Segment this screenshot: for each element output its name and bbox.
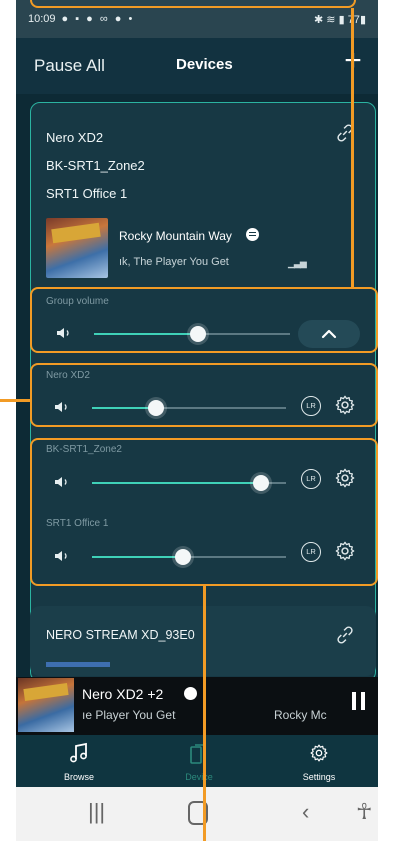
track-title: Rocky Mountain Way	[119, 229, 232, 243]
status-system-icons: ✱ ≋ ▮ 77▮	[314, 13, 366, 26]
back-icon[interactable]: ‹	[302, 799, 309, 825]
tab-label: Browse	[63, 772, 94, 782]
status-time: 10:09	[28, 13, 56, 25]
music-note-icon	[70, 742, 87, 763]
tab-bar: Browse Device Settings	[16, 735, 378, 787]
album-art[interactable]	[18, 678, 74, 732]
group-device-name: Nero XD2	[46, 130, 104, 145]
spotify-icon	[246, 228, 259, 241]
device-card-name: NERO STREAM XD_93E0	[46, 628, 195, 642]
pause-icon[interactable]	[352, 692, 366, 710]
annotation-box-zone	[30, 363, 378, 427]
group-device-name: SRT1 Office 1	[46, 186, 128, 201]
now-playing-title: Nero XD2 +2	[82, 686, 164, 702]
album-art[interactable]	[46, 218, 108, 278]
tab-browse[interactable]: Browse	[34, 735, 124, 787]
group-device-name: BK-SRT1_Zone2	[46, 158, 145, 173]
tab-label: Device	[185, 772, 213, 782]
spotify-icon	[184, 687, 197, 700]
gear-icon	[310, 744, 328, 762]
accessibility-icon[interactable]: ☥	[356, 799, 372, 825]
device-progress-bar	[46, 662, 110, 667]
annotation-line	[351, 8, 354, 288]
now-playing-artist: Rocky Mc	[274, 708, 327, 722]
top-bar: Pause All Devices +	[16, 38, 378, 94]
track-subtitle: ık, The Player You Get	[119, 256, 229, 268]
annotation-box-group-volume	[30, 287, 378, 353]
annotation-box-zones	[30, 438, 378, 586]
tab-device[interactable]: Device	[154, 735, 244, 787]
annotation-line	[0, 399, 32, 402]
devices-icon	[190, 744, 205, 764]
now-playing-subtitle: ıe Player You Get	[82, 708, 176, 722]
page-title: Devices	[176, 56, 233, 73]
annotation-box-top	[30, 0, 356, 8]
equalizer-icon: ▁▃▅	[288, 258, 307, 268]
recent-apps-icon[interactable]: |||	[88, 799, 105, 825]
tab-settings[interactable]: Settings	[274, 735, 364, 787]
tab-label: Settings	[302, 772, 336, 782]
android-nav-bar: ||| ‹ ☥	[16, 787, 378, 841]
annotation-line	[203, 586, 206, 841]
notification-icons: ● ▪ ● ∞ ● •	[61, 13, 135, 25]
link-icon[interactable]	[334, 624, 356, 646]
pause-all-button[interactable]: Pause All	[34, 56, 105, 76]
